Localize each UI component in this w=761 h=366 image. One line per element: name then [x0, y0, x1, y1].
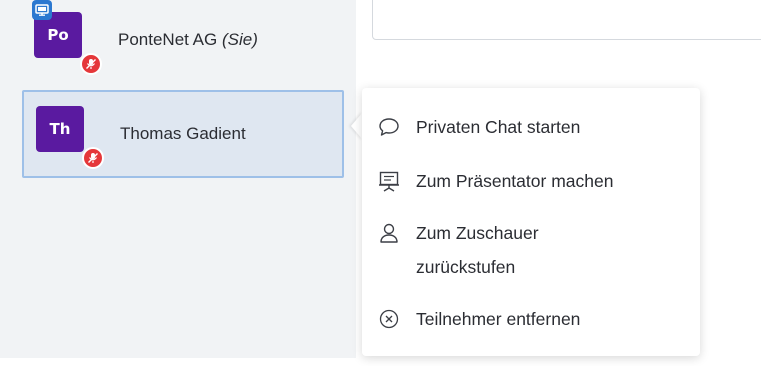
participant-row-selected[interactable]: Th Thomas Gadient [22, 90, 344, 178]
avatar: Th [36, 106, 84, 152]
participant-context-menu: Privaten Chat starten Zum Präsentator ma… [362, 88, 700, 356]
participant-name-text: Thomas Gadient [120, 124, 246, 143]
menu-item-label-line2: zurückstufen [416, 257, 516, 277]
participant-name: PonteNet AG (Sie) [118, 30, 258, 50]
chat-bubble-icon [376, 114, 402, 140]
remove-circle-icon [376, 306, 402, 332]
menu-item-demote-viewer[interactable]: Zum Zuschauer zurückstufen [376, 216, 696, 284]
participant-name: Thomas Gadient [120, 124, 246, 144]
menu-item-make-presenter[interactable]: Zum Präsentator machen [376, 164, 696, 198]
participant-name-text: PonteNet AG [118, 30, 218, 49]
menu-item-label: Zum Zuschauer zurückstufen [416, 216, 539, 284]
menu-item-remove-participant[interactable]: Teilnehmer entfernen [376, 302, 696, 336]
screen-share-icon [32, 0, 52, 20]
mic-muted-icon [82, 147, 104, 169]
user-icon [376, 220, 402, 246]
avatar-initials: Po [47, 26, 69, 44]
bottom-divider [0, 358, 761, 366]
avatar-initials: Th [49, 120, 71, 138]
mic-muted-icon [80, 53, 102, 75]
menu-item-label: Zum Präsentator machen [416, 171, 614, 191]
presentation-icon [376, 168, 402, 194]
participants-sidebar: Po PonteNet AG (Sie) Th Thomas Gadient [0, 0, 356, 366]
chat-input[interactable] [372, 0, 761, 40]
menu-item-label: Teilnehmer entfernen [416, 309, 581, 329]
menu-item-label: Privaten Chat starten [416, 117, 581, 137]
menu-item-private-chat[interactable]: Privaten Chat starten [376, 110, 696, 144]
participant-self-label: (Sie) [221, 30, 258, 49]
participant-row[interactable]: Po PonteNet AG (Sie) [22, 0, 344, 84]
menu-item-label-line1: Zum Zuschauer [416, 223, 539, 243]
